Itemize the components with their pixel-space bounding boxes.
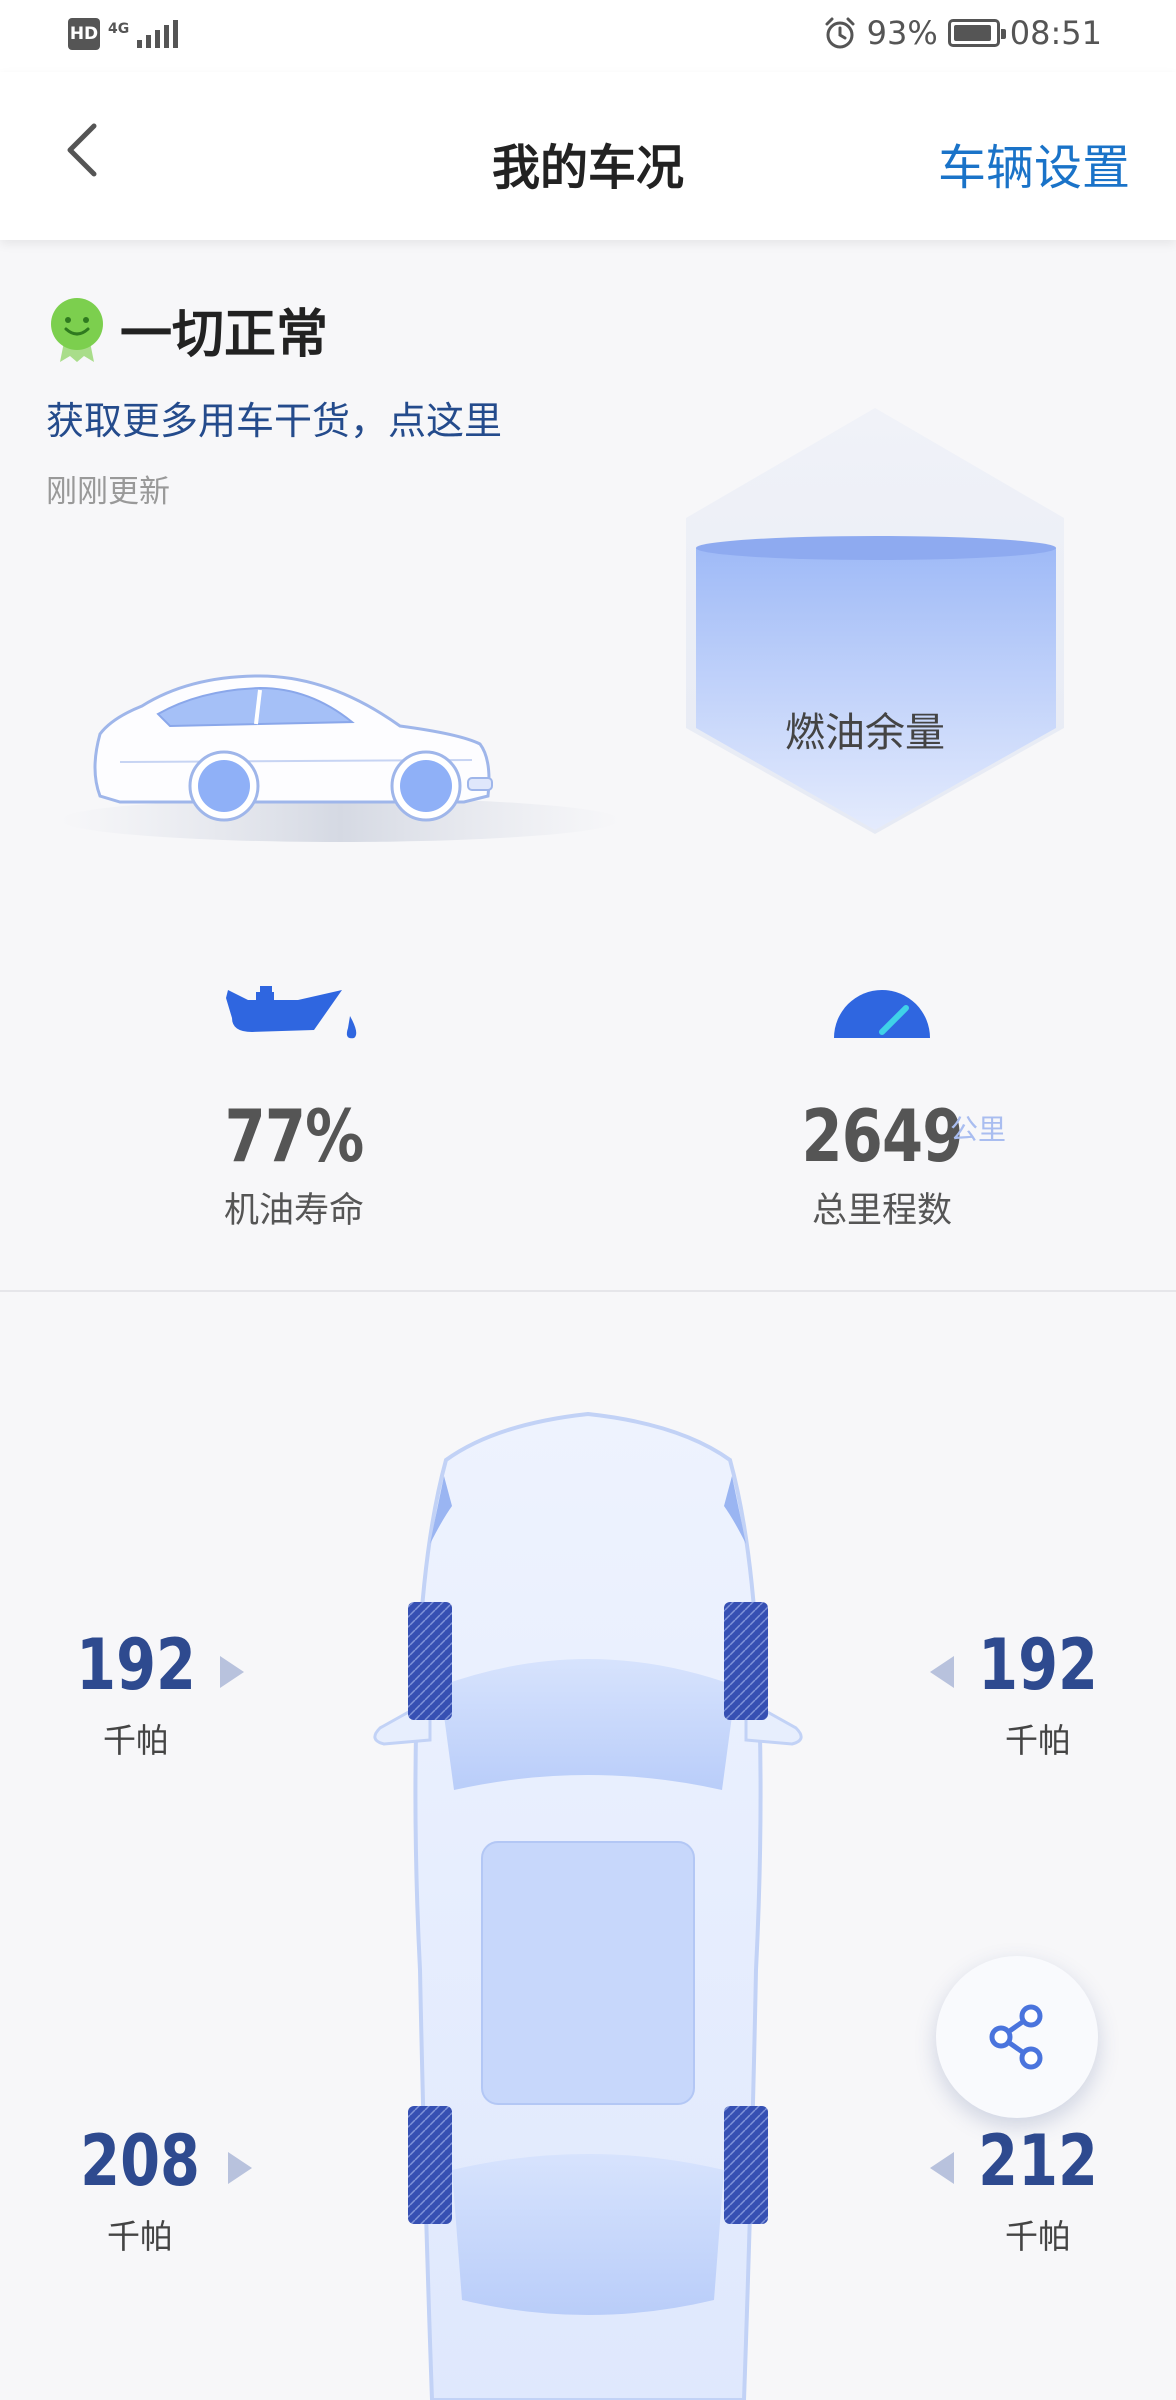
vehicle-status-page: HD 4G 93% 08:51 我的车况 车辆设置 一切正常 获取更多用车干货，… [0, 0, 1176, 2400]
arrow-right-icon [228, 2152, 252, 2184]
health-status: 一切正常 [48, 292, 328, 367]
tire-rear-left-unit: 千帕 [107, 2217, 173, 2256]
odometer-label: 总里程数 [811, 1191, 952, 1231]
clock: 08:51 [1009, 14, 1102, 52]
tire-front-left: 192 千帕 [56, 1630, 216, 1762]
oil-life-label: 机油寿命 [223, 1191, 364, 1231]
hd-badge: HD [68, 18, 100, 50]
fuel-label: 燃油余量 [785, 710, 945, 756]
car-top-view-illustration [373, 1411, 803, 2400]
vehicle-settings-button[interactable]: 车辆设置 [938, 128, 1130, 198]
tire-rear-left: 208 千帕 [60, 2126, 220, 2258]
share-icon [989, 2004, 1043, 2070]
tire-front-left-value: 192 [76, 1624, 196, 1706]
signal-icon [137, 20, 179, 48]
odometer-unit: 公里 [950, 1113, 1007, 1146]
oil-life-value: 77% [224, 1094, 365, 1178]
smiley-badge-icon [51, 297, 103, 362]
status-title: 一切正常 [120, 305, 329, 365]
section-divider [0, 1290, 1176, 1292]
update-time: 刚刚更新 [46, 474, 170, 510]
tire-rear-left-value: 208 [80, 2120, 200, 2202]
oil-life-metric: 77% 机油寿命 [174, 1100, 414, 1233]
arrow-left-icon [930, 1656, 954, 1688]
network-type: 4G [108, 21, 130, 37]
alarm-icon [825, 17, 855, 49]
top-navigation-bar: 我的车况 车辆设置 [0, 72, 1176, 240]
system-status-bar: HD 4G 93% 08:51 [0, 0, 1176, 72]
speedometer-icon [834, 990, 930, 1038]
tire-front-left-unit: 千帕 [103, 1721, 169, 1760]
share-button[interactable] [936, 1956, 1098, 2118]
fuel-level-gauge [686, 408, 1064, 834]
tips-link[interactable]: 获取更多用车干货，点这里 [46, 390, 502, 445]
tire-rear-right: 212 千帕 [958, 2126, 1118, 2258]
tire-front-right-unit: 千帕 [1005, 1721, 1071, 1760]
battery-percent: 93% [866, 14, 938, 52]
tire-rear-right-value: 212 [978, 2120, 1098, 2202]
tire-rear-right-unit: 千帕 [1005, 2217, 1071, 2256]
arrow-left-icon [930, 2152, 954, 2184]
tire-front-right: 192 千帕 [958, 1630, 1118, 1762]
battery-icon [947, 19, 1006, 47]
oil-can-icon [226, 986, 357, 1039]
tire-front-right-value: 192 [978, 1624, 1098, 1706]
car-side-illustration [60, 674, 620, 842]
arrow-right-icon [220, 1656, 244, 1688]
